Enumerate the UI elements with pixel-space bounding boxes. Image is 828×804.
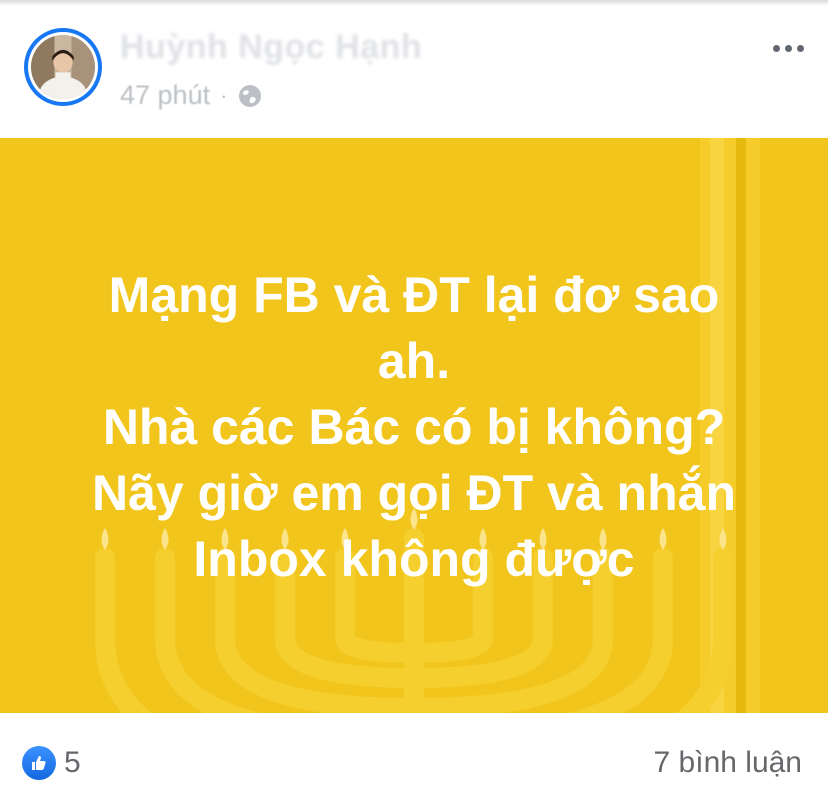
post-text-line: ah. <box>377 333 451 389</box>
post-text-line: Mạng FB và ĐT lại đơ sao <box>108 267 720 323</box>
post-text-line: Nhà các Bác có bị không? <box>102 399 726 455</box>
avatar-photo <box>31 35 95 99</box>
post-text-line: Inbox không được <box>193 531 635 587</box>
comments-count-link[interactable]: 7 bình luận <box>654 746 802 780</box>
reaction-count[interactable]: 5 <box>64 746 81 780</box>
avatar[interactable] <box>24 28 102 106</box>
post-header: Huỳnh Ngọc Hạnh 47 phút · <box>0 0 828 138</box>
post-time[interactable]: 47 phút <box>120 80 210 111</box>
author-name[interactable]: Huỳnh Ngọc Hạnh <box>120 28 422 67</box>
post-text-line: Nãy giờ em gọi ĐT và nhắn <box>92 465 736 521</box>
more-options-icon[interactable] <box>762 30 814 66</box>
meta-separator: · <box>220 82 228 108</box>
post-text: Mạng FB và ĐT lại đơ sao ah. Nhà các Bác… <box>0 262 828 592</box>
post-meta: 47 phút · <box>120 80 263 111</box>
like-icon[interactable] <box>22 746 56 780</box>
post-footer: 5 7 bình luận <box>0 713 828 804</box>
globe-icon <box>237 83 263 109</box>
